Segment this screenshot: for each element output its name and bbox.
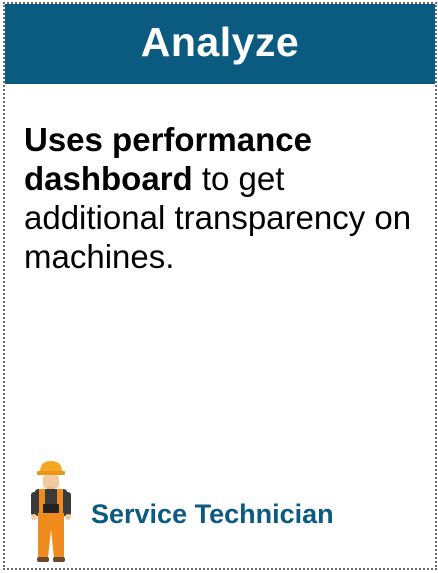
card-header: Analyze (5, 4, 435, 84)
role-label: Service Technician (91, 499, 334, 529)
role-row: Service Technician (29, 458, 334, 563)
card-title: Analyze (140, 18, 300, 65)
card-description: Uses performance dashboard to get additi… (24, 120, 424, 276)
analyze-card: Analyze Uses performance dashboard to ge… (3, 2, 437, 570)
service-technician-icon (31, 461, 71, 562)
